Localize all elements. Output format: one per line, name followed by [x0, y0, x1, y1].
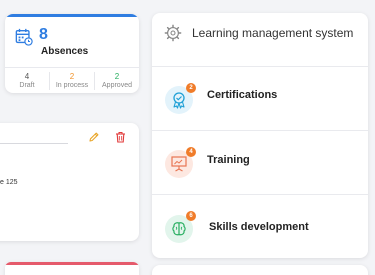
lms-header: Learning management system [152, 13, 368, 66]
learning-management-card: Learning management system 2 Certificati… [152, 13, 368, 258]
absences-header: 8 [15, 26, 48, 46]
gear-icon [164, 24, 182, 42]
stat-value: 2 [114, 72, 120, 81]
trash-icon[interactable] [115, 131, 126, 143]
pencil-icon[interactable] [88, 131, 100, 143]
bottom-right-card[interactable] [152, 265, 368, 275]
divider [5, 67, 139, 68]
absences-label: Absences [41, 46, 89, 57]
item-label: Training [207, 154, 250, 166]
lms-title: Learning management system [192, 26, 354, 40]
red-accent-bar [5, 262, 139, 265]
stat-label: In process [55, 82, 89, 89]
absences-stats: 4 Draft 2 In process 2 Approved [5, 72, 139, 90]
lms-item-certifications[interactable]: 2 Certifications [152, 66, 368, 130]
item-label: Skills development [209, 221, 309, 233]
item-label: Certifications [207, 89, 278, 101]
absences-accent-bar [5, 14, 139, 17]
absences-count: 8 [39, 26, 48, 43]
lms-item-training[interactable]: 4 Training [152, 130, 368, 194]
lms-item-skills-development[interactable]: 6 Skills development [152, 194, 368, 258]
notification-badge: 2 [186, 83, 196, 93]
detail-text: e 125 [0, 179, 18, 186]
notification-badge: 6 [186, 211, 196, 221]
stat-in-process[interactable]: 2 In process [49, 72, 94, 90]
stat-value: 2 [69, 72, 75, 81]
stat-label: Approved [102, 82, 132, 89]
notification-badge: 4 [186, 147, 196, 157]
calendar-clock-icon [15, 28, 33, 46]
stat-value: 4 [24, 72, 30, 81]
stat-label: Draft [19, 82, 35, 89]
detail-input-underline[interactable] [0, 143, 68, 144]
stat-approved[interactable]: 2 Approved [94, 72, 139, 90]
stat-draft[interactable]: 4 Draft [5, 72, 49, 90]
bottom-left-card[interactable] [5, 262, 139, 275]
absences-card[interactable]: 8 Absences 4 Draft 2 In process 2 Approv… [5, 14, 139, 93]
